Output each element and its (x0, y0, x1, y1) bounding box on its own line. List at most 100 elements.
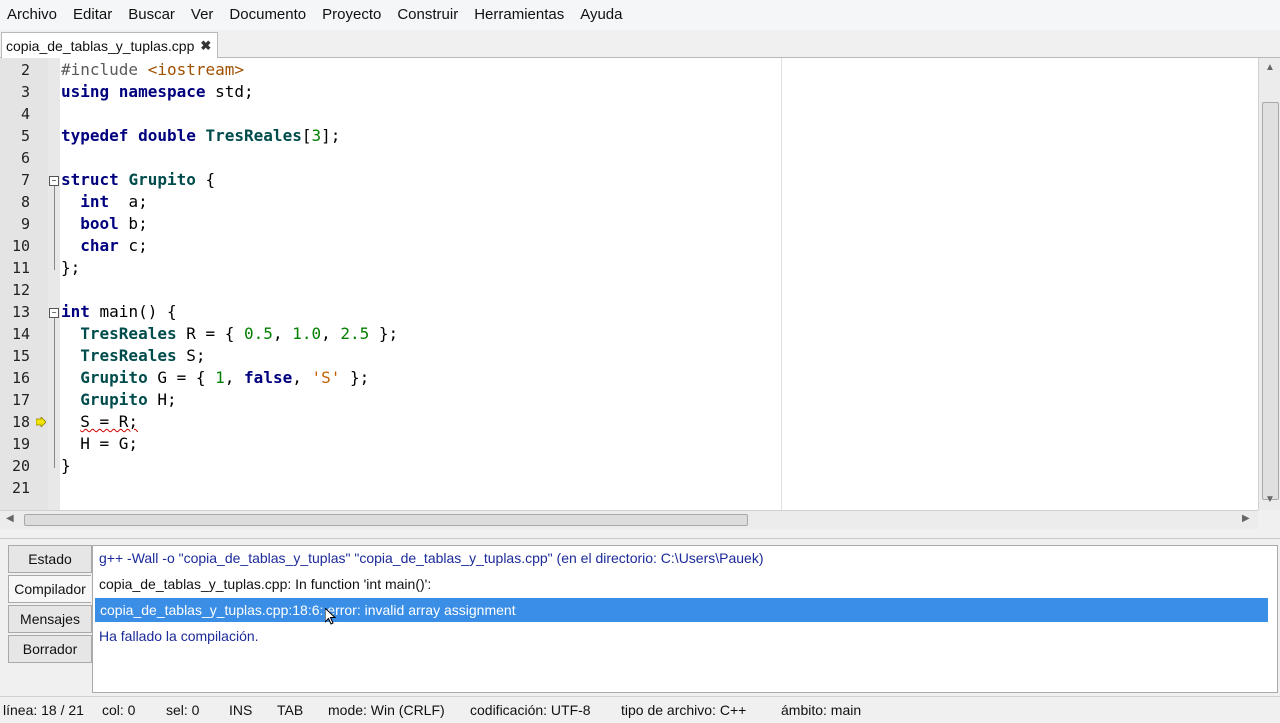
vertical-scroll-thumb[interactable] (1262, 102, 1279, 500)
code-token: 3 (311, 126, 322, 145)
code-token: 1.0 (292, 324, 322, 343)
tab-mensajes[interactable]: Mensajes (8, 605, 92, 633)
code-token: 0.5 (244, 324, 273, 343)
code-token: typedef double (61, 126, 206, 145)
menu-buscar[interactable]: Buscar (120, 0, 183, 30)
code-token: b; (118, 214, 148, 233)
tab-file[interactable]: copia_de_tablas_y_tuplas.cpp ✖ (1, 32, 219, 58)
code-line: 4 (0, 103, 1258, 125)
code-line: 12 (0, 279, 1258, 301)
code-token: , (321, 324, 341, 343)
compiler-output[interactable]: g++ -Wall -o "copia_de_tablas_y_tuplas" … (92, 545, 1278, 693)
code-token: H; (147, 390, 177, 409)
status-tab: TAB (277, 702, 304, 718)
line-number: 17 (11, 391, 30, 409)
code-token: Grupito (61, 390, 148, 409)
code-token: bool (61, 214, 119, 233)
status-filetype: tipo de archivo: C++ (621, 702, 747, 718)
code-token: main() { (89, 302, 177, 321)
menu-documento[interactable]: Documento (221, 0, 314, 30)
menu-herramientas[interactable]: Herramientas (466, 0, 572, 30)
menu-ayuda[interactable]: Ayuda (572, 0, 630, 30)
line-number: 21 (11, 479, 30, 497)
line-number: 10 (11, 237, 30, 255)
line-number: 4 (20, 105, 30, 123)
tab-compilador[interactable]: Compilador (8, 575, 91, 603)
code-token: , (272, 324, 293, 343)
scroll-up-icon[interactable]: ▲ (1265, 62, 1275, 73)
line-number: 2 (20, 61, 30, 79)
code-token: , (292, 368, 312, 387)
line-number: 18 (11, 413, 30, 431)
menu-bar: Archivo Editar Buscar Ver Documento Proy… (0, 0, 1280, 31)
line-number: 15 (11, 347, 30, 365)
code-token: }; (340, 368, 370, 387)
code-line: 16 Grupito G = { 1, false, 'S' }; (0, 367, 1258, 389)
status-col: col: 0 (102, 702, 136, 718)
code-line: 2 #include <iostream> (0, 59, 1258, 81)
line-number: 7 (20, 171, 30, 189)
menu-construir[interactable]: Construir (389, 0, 466, 30)
scroll-right-icon[interactable]: ▶ (1242, 513, 1250, 524)
line-number: 16 (11, 369, 30, 387)
code-token: 'S' (311, 368, 341, 387)
line-number: 8 (20, 193, 30, 211)
code-editor[interactable]: − − 2 #include <iostream> 3 using namesp… (0, 58, 1258, 510)
compiler-command-line[interactable]: g++ -Wall -o "copia_de_tablas_y_tuplas" … (99, 546, 764, 570)
code-line: 20 } (0, 455, 1258, 477)
menu-editar[interactable]: Editar (65, 0, 120, 30)
code-token: false (244, 368, 293, 387)
code-token: int (61, 302, 90, 321)
code-token: Grupito (128, 170, 196, 189)
menu-proyecto[interactable]: Proyecto (314, 0, 389, 30)
code-line: 5 typedef double TresReales[3]; (0, 125, 1258, 147)
tab-filename: copia_de_tablas_y_tuplas.cpp (6, 37, 195, 54)
line-number: 6 (20, 149, 30, 167)
code-token: 1 (215, 368, 225, 387)
scroll-left-icon[interactable]: ◀ (6, 513, 14, 524)
code-token: S; (176, 346, 206, 365)
vertical-scrollbar[interactable]: ▲ ▼ (1258, 58, 1280, 510)
code-token: H = G; (61, 434, 139, 453)
code-token: , (224, 368, 245, 387)
code-token: a; (109, 192, 148, 211)
tab-borrador[interactable]: Borrador (8, 635, 92, 663)
code-line: 7 struct Grupito { (0, 169, 1258, 191)
code-line: 13 int main() { (0, 301, 1258, 323)
message-panel: Estado Compilador Mensajes Borrador g++ … (0, 538, 1280, 695)
compiler-error-line[interactable]: copia_de_tablas_y_tuplas.cpp:18:6: error… (95, 598, 1268, 622)
code-line: 21 (0, 477, 1258, 499)
error-squiggle-text: S = R; (80, 412, 139, 431)
code-line: 19 H = G; (0, 433, 1258, 455)
mouse-cursor-icon (325, 608, 337, 625)
code-line: 15 TresReales S; (0, 345, 1258, 367)
line-number: 3 (20, 83, 30, 101)
horizontal-scroll-thumb[interactable] (24, 514, 748, 526)
code-token: } (61, 456, 71, 475)
line-number: 20 (11, 457, 30, 475)
code-token: c; (118, 236, 148, 255)
code-token: int (61, 192, 110, 211)
code-token: { (195, 170, 216, 189)
menu-archivo[interactable]: Archivo (0, 0, 65, 30)
code-line: 18 S = R; (0, 411, 1258, 433)
code-line: 17 Grupito H; (0, 389, 1258, 411)
code-token: struct (61, 170, 129, 189)
horizontal-scrollbar[interactable]: ◀ ▶ (0, 510, 1258, 529)
compiler-result-line[interactable]: Ha fallado la compilación. (99, 624, 259, 648)
code-token: R = { (176, 324, 245, 343)
document-tabbar: copia_de_tablas_y_tuplas.cpp ✖ (0, 30, 1280, 58)
menu-ver[interactable]: Ver (183, 0, 222, 30)
close-icon[interactable]: ✖ (200, 38, 211, 54)
code-token: 2.5 (340, 324, 370, 343)
code-line: 11 }; (0, 257, 1258, 279)
scroll-down-icon[interactable]: ▼ (1265, 494, 1275, 505)
code-token: using namespace (61, 82, 206, 101)
status-sel: sel: 0 (166, 702, 200, 718)
tab-estado[interactable]: Estado (8, 545, 92, 573)
compiler-info-line[interactable]: copia_de_tablas_y_tuplas.cpp: In functio… (99, 572, 431, 596)
line-number: 5 (20, 127, 30, 145)
status-bar: línea: 18 / 21 col: 0 sel: 0 INS TAB mod… (0, 696, 1280, 721)
line-number: 13 (11, 303, 30, 321)
